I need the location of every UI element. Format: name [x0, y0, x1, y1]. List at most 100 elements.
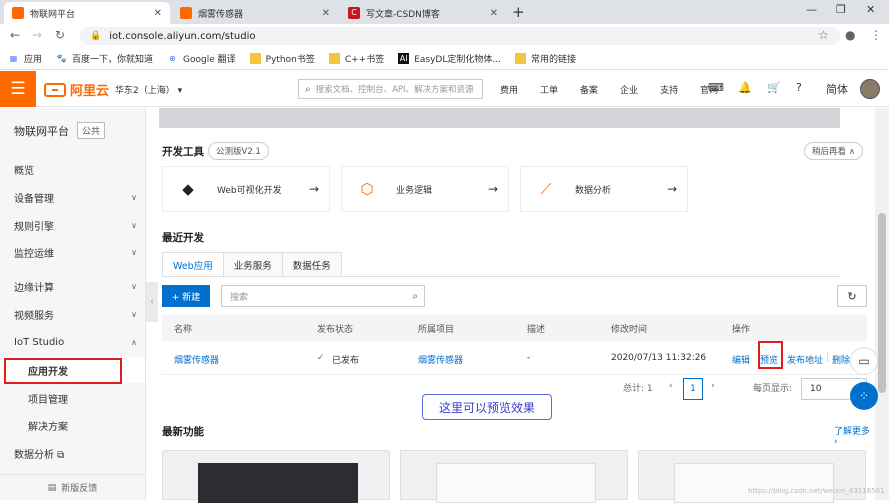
new-tab-icon[interactable]: +	[512, 3, 525, 21]
nav-link-fees[interactable]: 费用	[500, 83, 518, 96]
bookmark-star-icon[interactable]: ☆	[818, 28, 829, 42]
card-label: 业务逻辑	[396, 185, 433, 196]
bookmark-common[interactable]: 常用的链接	[514, 52, 576, 65]
chat-bubble-icon[interactable]: ▭	[850, 347, 878, 375]
page-scrollbar[interactable]	[875, 108, 889, 500]
sidebar-item-iot-studio[interactable]: IoT Studio ∧	[0, 329, 145, 355]
sidebar-item-data-analysis[interactable]: 数据分析 ⧉	[0, 440, 145, 466]
region-selector[interactable]: 华东2（上海） ▾	[115, 83, 182, 96]
prev-page-icon[interactable]: ‹	[669, 381, 673, 391]
feedback-link[interactable]: ▤ 新版反馈	[0, 474, 145, 500]
sidebar-item-label: 视频服务	[14, 310, 54, 322]
window-close-icon[interactable]: ✕	[866, 3, 875, 16]
aliyun-favicon-icon	[12, 7, 24, 19]
minimize-icon[interactable]: —	[806, 3, 817, 16]
card-label: Web可视化开发	[217, 185, 282, 196]
bookmark-cpp[interactable]: C++书签	[328, 52, 384, 65]
profile-icon[interactable]: ●	[845, 28, 855, 42]
tool-card-web-visual[interactable]: ◆ Web可视化开发 →	[162, 166, 330, 212]
console-search-input[interactable]: ⌕ 搜索文档、控制台、API、解决方案和资源	[298, 79, 483, 99]
sidebar-item-project-management[interactable]: 项目管理	[0, 385, 145, 411]
logo-text: 阿里云	[70, 84, 110, 99]
menu-dots-icon[interactable]: ⋮	[870, 28, 882, 42]
sidebar-item-device-management[interactable]: 设备管理 ∨	[0, 184, 145, 210]
help-icon[interactable]: ?	[796, 81, 802, 94]
lock-icon: 🔒	[90, 31, 102, 41]
address-bar: ← → ↻ 🔒 iot.console.aliyun.com/studio ☆ …	[0, 24, 889, 48]
nav-link-support[interactable]: 支持	[660, 83, 678, 96]
close-tab-icon[interactable]: ✕	[154, 8, 162, 19]
close-tab-icon[interactable]: ✕	[490, 8, 498, 19]
tab-business-service[interactable]: 业务服务	[223, 252, 283, 277]
project-link[interactable]: 烟雾传感器	[418, 353, 463, 366]
apps-grid-float-icon[interactable]: ⁘	[850, 382, 878, 410]
publish-address-link[interactable]: 发布地址	[787, 353, 823, 366]
card-label: 数据分析	[575, 185, 612, 196]
sidebar-title-text: 物联网平台	[14, 124, 69, 138]
instance-tag[interactable]: 公共	[77, 122, 106, 139]
new-app-button[interactable]: + 新建	[162, 285, 210, 307]
nav-link-tickets[interactable]: 工单	[540, 83, 558, 96]
close-tab-icon[interactable]: ✕	[322, 8, 330, 19]
learn-more-link[interactable]: 了解更多 ›	[834, 424, 874, 447]
reload-icon[interactable]: ↻	[55, 28, 65, 42]
arrow-right-icon: →	[308, 182, 319, 196]
csdn-favicon-icon: C	[348, 7, 360, 19]
page-number-button[interactable]: 1	[683, 378, 703, 400]
bookmark-easydl[interactable]: AI EasyDL定制化物体...	[398, 52, 501, 65]
feature-thumbnail[interactable]	[400, 450, 628, 503]
bell-icon[interactable]: 🔔	[738, 81, 752, 94]
bookmark-baidu[interactable]: 🐾 百度一下，你就知道	[56, 52, 154, 65]
sidebar-item-edge-computing[interactable]: 边缘计算 ∨	[0, 273, 145, 299]
sidebar-item-monitoring[interactable]: 监控运维 ∨	[0, 239, 145, 265]
sidebar-item-label: 设备管理	[14, 193, 54, 205]
forward-icon[interactable]: →	[32, 28, 42, 42]
tool-card-business-logic[interactable]: ⬡ 业务逻辑 →	[341, 166, 509, 212]
browser-tab-1[interactable]: 物联网平台 ✕	[4, 2, 170, 24]
sidebar-item-label: 边缘计算	[14, 282, 54, 294]
search-placeholder: 搜索文档、控制台、API、解决方案和资源	[315, 85, 474, 95]
language-switch[interactable]: 简体	[826, 81, 848, 97]
browser-tab-3[interactable]: C 写文章-CSDN博客 ✕	[340, 2, 506, 24]
sidebar-item-rule-engine[interactable]: 规则引擎 ∨	[0, 212, 145, 238]
feedback-icon: ▤	[47, 482, 57, 493]
sidebar-item-app-development[interactable]: 应用开发	[0, 357, 145, 384]
aliyun-logo[interactable]: 阿里云	[44, 80, 109, 99]
tab-data-task[interactable]: 数据任务	[282, 252, 342, 277]
browser-tab-title: 烟雾传感器	[198, 9, 244, 20]
nav-link-enterprise[interactable]: 企业	[620, 83, 638, 96]
bookmark-google-translate[interactable]: ⊕ Google 翻译	[167, 52, 235, 65]
csdn-watermark: https://blog.csdn.net/weixin_43116561	[748, 487, 885, 495]
hamburger-menu-icon[interactable]: ☰	[0, 71, 36, 107]
app-name-link[interactable]: 烟雾传感器	[174, 353, 219, 366]
feature-thumbnail-image	[674, 463, 834, 503]
bookmark-apps[interactable]: ▦ 应用	[8, 52, 42, 65]
restore-icon[interactable]: ❐	[836, 3, 846, 16]
version-badge: 公测版V2.1	[208, 142, 269, 160]
sidebar-collapse-toggle[interactable]: ‹	[146, 282, 158, 322]
cart-icon[interactable]: 🛒	[767, 81, 781, 94]
back-icon[interactable]: ←	[10, 28, 20, 42]
terminal-icon[interactable]: ⌨	[708, 81, 724, 94]
avatar[interactable]	[860, 79, 880, 99]
delete-link[interactable]: 删除	[832, 353, 850, 366]
tab-web-app[interactable]: Web应用	[162, 252, 224, 277]
feature-thumbnail[interactable]	[162, 450, 390, 503]
tool-card-data-analysis[interactable]: ⟋ 数据分析 →	[520, 166, 688, 212]
url-field[interactable]: 🔒 iot.console.aliyun.com/studio	[80, 27, 840, 45]
sidebar-item-solutions[interactable]: 解决方案	[0, 412, 145, 438]
edit-link[interactable]: 编辑	[732, 353, 750, 366]
scrollbar-thumb[interactable]	[878, 213, 886, 393]
next-page-icon[interactable]: ›	[711, 381, 715, 391]
browser-tab-2[interactable]: 烟雾传感器 ✕	[172, 2, 338, 24]
sidebar-item-video-service[interactable]: 视频服务 ∨	[0, 301, 145, 327]
nav-link-filing[interactable]: 备案	[580, 83, 598, 96]
refresh-button[interactable]: ↻	[837, 285, 867, 307]
app-search-input[interactable]: 搜索 ⌕	[221, 285, 425, 307]
bookmark-python[interactable]: Python书签	[249, 52, 315, 65]
column-header-name: 名称	[174, 324, 193, 335]
sidebar-item-overview[interactable]: 概览	[0, 156, 145, 182]
view-later-button[interactable]: 稍后再看 ∧	[804, 142, 863, 160]
sidebar: 物联网平台 公共 概览 设备管理 ∨ 规则引擎 ∨ 监控运维 ∨ 边缘计算 ∨ 视频服务…	[0, 108, 146, 500]
modified-time: 2020/07/13 11:32:26	[611, 353, 707, 363]
